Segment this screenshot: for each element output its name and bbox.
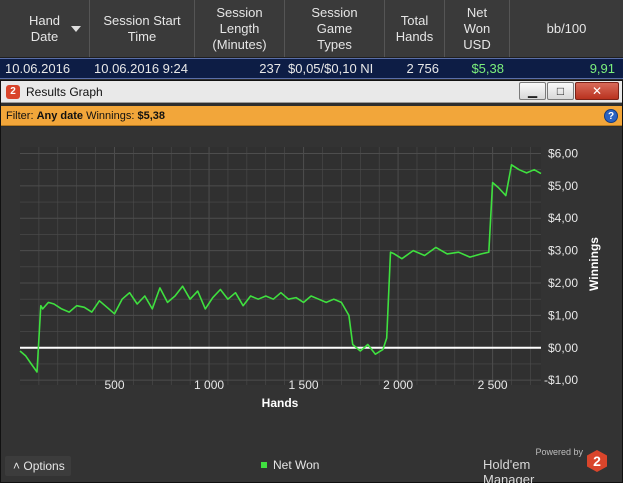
- filter-value: Any date: [36, 110, 84, 122]
- y-axis: -$1,00 $0,00 $1,00 $2,00 $3,00 $4,00 $5,00 $6,0…: [544, 146, 578, 387]
- column-session-start[interactable]: Session Start Time: [90, 0, 195, 57]
- column-hand-date-label: Hand Date: [28, 12, 61, 44]
- minimize-button[interactable]: ▁: [519, 82, 546, 100]
- column-session-length-label: Session Length (Minutes): [212, 4, 267, 52]
- options-button[interactable]: ˄ Options: [5, 456, 71, 476]
- chart-area: -$1,00 $0,00 $1,00 $2,00 $3,00 $4,00 $5,00 $6,0…: [1, 127, 622, 482]
- filter-bar[interactable]: Filter: Any date Winnings: $5,38 ?: [1, 106, 622, 126]
- column-total-hands-label: Total Hands: [395, 12, 434, 44]
- chart-legend: Net Won: [261, 458, 319, 472]
- x-tick-label: 2 000: [383, 378, 413, 392]
- column-session-length[interactable]: Session Length (Minutes): [195, 0, 285, 57]
- sessions-table-header: Hand Date Session Start Time Session Len…: [0, 0, 623, 58]
- legend-item-net-won: Net Won: [273, 458, 320, 472]
- window-titlebar[interactable]: 2 Results Graph ▁ □ ✕: [1, 81, 622, 103]
- brand-logo-icon: 2: [587, 450, 607, 472]
- y-axis-label: Winnings: [587, 237, 601, 291]
- results-graph-window: 2 Results Graph ▁ □ ✕ Filter: Any date W…: [0, 80, 623, 483]
- cell-total-hands: 2 756: [406, 61, 439, 76]
- close-button[interactable]: ✕: [575, 82, 619, 100]
- column-game-types[interactable]: Session Game Types: [285, 0, 385, 57]
- close-icon: ✕: [591, 84, 603, 98]
- help-icon[interactable]: ?: [604, 109, 618, 123]
- winnings-value: $5,38: [137, 110, 165, 122]
- filter-prefix: Filter:: [6, 110, 34, 122]
- x-axis-label: Hands: [262, 396, 299, 410]
- results-chart: -$1,00 $0,00 $1,00 $2,00 $3,00 $4,00 $5,00 $6,0…: [19, 146, 601, 410]
- powered-by: Powered by Hold'em Manager 2: [483, 446, 613, 483]
- minimize-icon: ▁: [527, 84, 538, 98]
- app-root: Hand Date Session Start Time Session Len…: [0, 0, 623, 483]
- column-net-won-label: Net Won USD: [463, 4, 491, 52]
- cell-net-won: $5,38: [471, 61, 504, 76]
- x-tick-label: 2 500: [478, 378, 508, 392]
- cell-game-types: $0,05/$0,10 NI: [288, 61, 374, 76]
- legend-swatch: [261, 462, 267, 468]
- y-tick-label: $1,00: [548, 308, 578, 322]
- powered-by-label: Powered by: [535, 447, 583, 457]
- maximize-button[interactable]: □: [547, 82, 574, 100]
- x-tick-label: 1 500: [289, 378, 319, 392]
- cell-bb100: 9,91: [589, 61, 615, 76]
- y-tick-label: $4,00: [548, 211, 578, 225]
- app-logo-icon: 2: [6, 85, 20, 99]
- x-tick-label: 500: [105, 378, 125, 392]
- y-tick-label: $2,00: [548, 276, 578, 290]
- y-tick-label: $5,00: [548, 179, 578, 193]
- column-game-types-label: Session Game Types: [311, 4, 358, 52]
- y-tick-label: $6,00: [548, 146, 578, 160]
- table-row[interactable]: 10.06.2016 10.06.2016 9:24 237 $0,05/$0,…: [0, 58, 623, 79]
- window-title: Results Graph: [26, 85, 103, 99]
- winnings-label: Winnings:: [86, 110, 135, 122]
- column-bb100[interactable]: bb/100: [510, 0, 623, 57]
- y-tick-label: $3,00: [548, 244, 578, 258]
- y-tick-label: -$1,00: [544, 373, 578, 387]
- cell-hand-date: 10.06.2016: [5, 61, 71, 76]
- column-session-start-label: Session Start Time: [103, 12, 181, 44]
- column-net-won[interactable]: Net Won USD: [445, 0, 510, 57]
- y-tick-label: $0,00: [548, 341, 578, 355]
- cell-session-start: 10.06.2016 9:24: [94, 61, 188, 76]
- chevron-up-icon: ˄: [13, 459, 21, 473]
- column-hand-date[interactable]: Hand Date: [0, 0, 90, 57]
- options-label: Options: [23, 459, 65, 473]
- brand-name: Hold'em Manager: [483, 457, 535, 483]
- x-tick-label: 1 000: [194, 378, 224, 392]
- maximize-icon: □: [556, 84, 565, 98]
- column-bb100-label: bb/100: [546, 20, 587, 36]
- cell-session-length: 237: [259, 61, 281, 76]
- column-total-hands[interactable]: Total Hands: [385, 0, 445, 57]
- sort-desc-icon: [71, 26, 81, 32]
- plot-background: [20, 147, 541, 385]
